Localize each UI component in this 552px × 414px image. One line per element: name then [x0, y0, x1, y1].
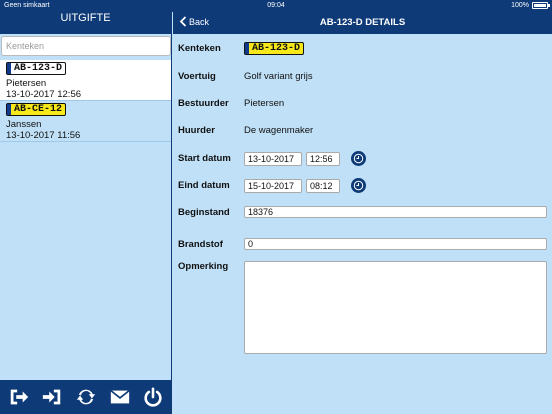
bestuurder-label: Bestuurder: [178, 98, 229, 109]
list-item-datetime: 13-10-2017 11:56: [6, 130, 81, 141]
kenteken-label: Kenteken: [178, 43, 221, 54]
sign-in-button[interactable]: [40, 385, 64, 409]
huurder-label: Huurder: [178, 125, 215, 136]
list-item-name: Janssen: [6, 119, 42, 130]
clock-icon: [353, 153, 364, 164]
license-plate: AB-CE-12: [6, 103, 67, 116]
sidebar: UITGIFTE AB-123-D Pietersen 13-10-2017 1…: [0, 12, 172, 414]
beginstand-field[interactable]: [244, 206, 547, 218]
status-time: 09:04: [267, 2, 285, 9]
nav-bar: Back AB-123-D DETAILS: [173, 12, 552, 34]
list-item-datetime: 13-10-2017 12:56: [6, 89, 82, 100]
bottom-toolbar: [0, 380, 172, 414]
issue-list: AB-123-D Pietersen 13-10-2017 12:56 AB-C…: [0, 60, 171, 142]
list-item-name: Pietersen: [6, 78, 47, 89]
clock-icon: [353, 180, 364, 191]
page-title: AB-123-D DETAILS: [319, 17, 406, 28]
brandstof-label: Brandstof: [178, 238, 223, 250]
refresh-icon: [76, 389, 96, 405]
voertuig-label: Voertuig: [178, 71, 216, 82]
beginstand-row: Beginstand: [178, 206, 547, 218]
battery-icon: [532, 2, 550, 9]
end-time-field[interactable]: [306, 178, 340, 193]
brandstof-field[interactable]: [244, 238, 547, 250]
search-input[interactable]: [1, 36, 171, 56]
kenteken-row: Kenteken AB-123-D: [178, 42, 305, 55]
detail-panel: Back AB-123-D DETAILS Kenteken AB-123-D …: [173, 12, 552, 414]
sign-out-icon: [10, 389, 28, 405]
start-datum-row: Start datum: [178, 151, 366, 166]
huurder-value: De wagenmaker: [244, 125, 314, 136]
voertuig-row: Voertuig Golf variant grijs: [178, 71, 313, 82]
start-datum-label: Start datum: [178, 153, 231, 164]
sign-out-button[interactable]: [7, 385, 31, 409]
brandstof-row: Brandstof: [178, 238, 547, 250]
end-date-field[interactable]: [244, 178, 302, 193]
list-item[interactable]: AB-123-D Pietersen 13-10-2017 12:56: [0, 60, 171, 101]
start-date-field[interactable]: [244, 151, 302, 166]
beginstand-label: Beginstand: [178, 206, 230, 218]
power-icon: [144, 387, 162, 407]
opmerking-textarea[interactable]: [244, 261, 547, 354]
opmerking-row: Opmerking: [178, 261, 244, 272]
sidebar-title: UITGIFTE: [0, 12, 171, 34]
eind-datum-row: Eind datum: [178, 178, 366, 193]
status-bar: Geen simkaart 09:04 100%: [0, 0, 552, 12]
list-item[interactable]: AB-CE-12 Janssen 13-10-2017 11:56: [0, 101, 171, 142]
refresh-button[interactable]: [74, 385, 98, 409]
power-button[interactable]: [141, 385, 165, 409]
battery-status: 100%: [511, 2, 550, 9]
sign-in-icon: [43, 389, 61, 405]
voertuig-value: Golf variant grijs: [244, 71, 313, 82]
opmerking-label: Opmerking: [178, 261, 229, 272]
start-time-field[interactable]: [306, 151, 340, 166]
email-button[interactable]: [108, 385, 132, 409]
bestuurder-row: Bestuurder Pietersen: [178, 98, 284, 109]
huurder-row: Huurder De wagenmaker: [178, 125, 313, 136]
battery-fill: [534, 4, 546, 7]
license-plate: AB-123-D: [244, 42, 305, 55]
bestuurder-value: Pietersen: [244, 98, 285, 109]
eind-datum-label: Eind datum: [178, 180, 230, 191]
license-plate: AB-123-D: [6, 62, 67, 75]
start-time-picker-button[interactable]: [351, 151, 366, 166]
envelope-icon: [109, 389, 130, 404]
battery-percent: 100%: [511, 2, 529, 9]
end-time-picker-button[interactable]: [351, 178, 366, 193]
